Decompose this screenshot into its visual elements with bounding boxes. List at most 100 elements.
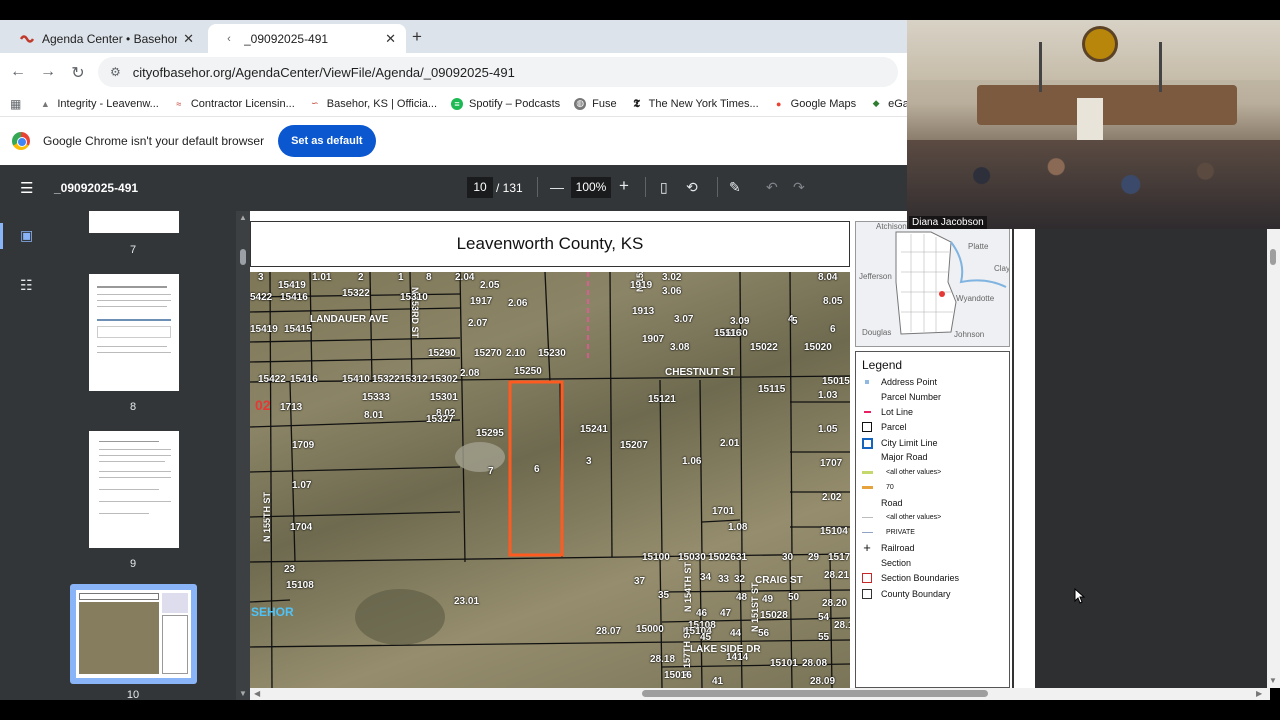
- bookmark-item[interactable]: ◍ Fuse: [574, 97, 617, 110]
- set-default-button[interactable]: Set as default: [278, 125, 376, 157]
- site-info-icon[interactable]: ⚙: [110, 65, 121, 79]
- parcel-number: 15101: [770, 658, 798, 669]
- city-limit-icon: [860, 437, 874, 449]
- new-tab-icon[interactable]: +: [412, 27, 422, 47]
- rotate-icon[interactable]: ⟲: [686, 179, 698, 196]
- parcel-number: 1713: [280, 402, 303, 413]
- bookmark-item[interactable]: ∽ Basehor, KS | Officia...: [309, 98, 437, 110]
- parcel-number: 15015: [822, 376, 850, 387]
- bookmark-item[interactable]: ≈ Contractor Licensin...: [173, 98, 294, 110]
- bookmark-item[interactable]: 𝕿 The New York Times...: [631, 97, 758, 110]
- legend-item: Section Boundaries: [860, 573, 959, 583]
- scroll-left-icon[interactable]: ◀: [254, 689, 260, 698]
- thumbnails-icon[interactable]: ▣: [20, 227, 33, 244]
- scroll-up-icon[interactable]: ▲: [239, 213, 247, 222]
- basehor-icon: ∽: [311, 98, 319, 108]
- undo-icon[interactable]: ↶: [766, 179, 778, 196]
- parcel-number: 50: [788, 592, 800, 603]
- tab-agenda-center[interactable]: Agenda Center • Basehor, KS • ✕: [6, 24, 204, 53]
- address-bar[interactable]: ⚙ cityofbasehor.org/AgendaCenter/ViewFil…: [98, 57, 898, 87]
- fit-page-icon[interactable]: ▯: [660, 179, 668, 196]
- legend-item: <all other values>: [860, 512, 941, 522]
- redo-icon[interactable]: ↷: [793, 179, 805, 196]
- parcel-number: 8.05: [823, 296, 843, 307]
- parcel-number: 15250: [514, 366, 542, 377]
- road-private-icon: [860, 527, 874, 537]
- scroll-right-icon[interactable]: ▶: [1256, 689, 1262, 698]
- bookmark-item[interactable]: ◆eGauge94816 Co: [870, 98, 907, 110]
- close-tab-icon[interactable]: ✕: [385, 31, 396, 47]
- bookmark-item[interactable]: ≡ Spotify – Podcasts: [451, 97, 560, 110]
- horizontal-scroll-thumb[interactable]: [642, 690, 988, 697]
- reload-icon[interactable]: ↻: [68, 63, 88, 83]
- legend-label: Parcel: [881, 422, 907, 432]
- apps-grid-icon[interactable]: ▦: [10, 97, 21, 111]
- parcel-number: 15026: [708, 552, 736, 563]
- menu-icon[interactable]: ☰: [20, 179, 33, 197]
- parcel-number: 15121: [648, 394, 676, 405]
- railroad-icon: +: [863, 540, 871, 555]
- tab-strip: Agenda Center • Basehor, KS • ✕ ‹ _09092…: [0, 20, 907, 53]
- parcel-number: 45: [700, 632, 712, 643]
- scroll-down-icon[interactable]: ▼: [1269, 676, 1277, 685]
- scroll-down-icon[interactable]: ▼: [239, 689, 247, 698]
- parcel-number: 2.04: [455, 272, 475, 283]
- parcel-number: 2: [358, 272, 364, 283]
- parcel-number: 2.02: [822, 492, 842, 503]
- infobar-message: Google Chrome isn't your default browser: [43, 134, 265, 148]
- parcel-number: 34: [700, 572, 712, 583]
- parcel-number: 15416: [280, 292, 308, 303]
- close-tab-icon[interactable]: ✕: [183, 31, 194, 47]
- mouse-cursor-icon: [1074, 588, 1086, 604]
- zoom-in-icon[interactable]: +: [619, 176, 629, 196]
- legend-item: Parcel: [860, 422, 907, 432]
- parcel-number: 28.19: [834, 620, 850, 631]
- bookmark-item[interactable]: ▲ Integrity - Leavenw...: [39, 98, 159, 110]
- bookmark-item[interactable]: ● Google Maps: [773, 98, 856, 110]
- scroll-thumb[interactable]: [1270, 249, 1276, 265]
- page-thumbnail-7[interactable]: [89, 211, 179, 233]
- parcel-number: 1414: [726, 652, 749, 663]
- major-road-70-icon: [860, 482, 874, 492]
- zoom-input[interactable]: 100%: [571, 177, 611, 198]
- page-border-line: [1012, 221, 1014, 688]
- legend-label: County Boundary: [881, 589, 951, 599]
- tab-pdf[interactable]: ‹ _09092025-491 ✕: [208, 24, 406, 53]
- page-thumbnail-8[interactable]: [89, 274, 179, 391]
- legend-label: <all other values>: [886, 468, 942, 476]
- legend-item: Major Road: [860, 452, 928, 462]
- screen-bottom-bar: [0, 700, 1280, 720]
- outline-icon[interactable]: ☷: [20, 277, 33, 294]
- legend-item: City Limit Line: [860, 437, 938, 449]
- legend-label: Address Point: [881, 377, 938, 387]
- dais-desk: [977, 85, 1237, 125]
- parcel-number: 23.01: [454, 596, 480, 607]
- parcel-number: 2.05: [480, 280, 500, 291]
- legend-item: Address Point: [860, 377, 937, 387]
- parcel-number: 1.08: [728, 522, 748, 533]
- parcel-number: 30: [782, 552, 794, 563]
- zoom-out-icon[interactable]: —: [550, 179, 564, 195]
- parcel-number: 15416: [290, 374, 318, 385]
- legend-label: Road: [881, 498, 903, 508]
- parcel-number: 1517: [828, 552, 850, 563]
- parcel-number: 15022: [750, 342, 778, 353]
- legend-item: Section: [860, 558, 911, 568]
- parcel-number: 23: [284, 564, 296, 575]
- legend-title: Legend: [862, 358, 903, 372]
- parcel-number: 1913: [632, 306, 655, 317]
- back-icon[interactable]: ←: [8, 63, 28, 81]
- page-scrollbar[interactable]: ▼: [1267, 211, 1280, 688]
- parcel-number: 6: [830, 324, 836, 335]
- annotate-icon[interactable]: ✎: [729, 179, 741, 196]
- page-thumbnail-9[interactable]: [89, 431, 179, 548]
- bookmarks-bar: ▦ ▲ Integrity - Leavenw... ≈ Contractor Li…: [0, 91, 907, 116]
- scroll-thumb[interactable]: [240, 249, 246, 265]
- parcel-number: 1.03: [818, 390, 838, 401]
- forward-icon[interactable]: →: [38, 63, 58, 81]
- page-number-input[interactable]: 10: [467, 177, 493, 198]
- parcel-number: 3.06: [662, 286, 682, 297]
- pdf-vertical-scrollbar[interactable]: ▲ ▼: [236, 211, 250, 700]
- legend-spacer: [860, 498, 874, 508]
- page-thumbnail-10[interactable]: [70, 584, 197, 684]
